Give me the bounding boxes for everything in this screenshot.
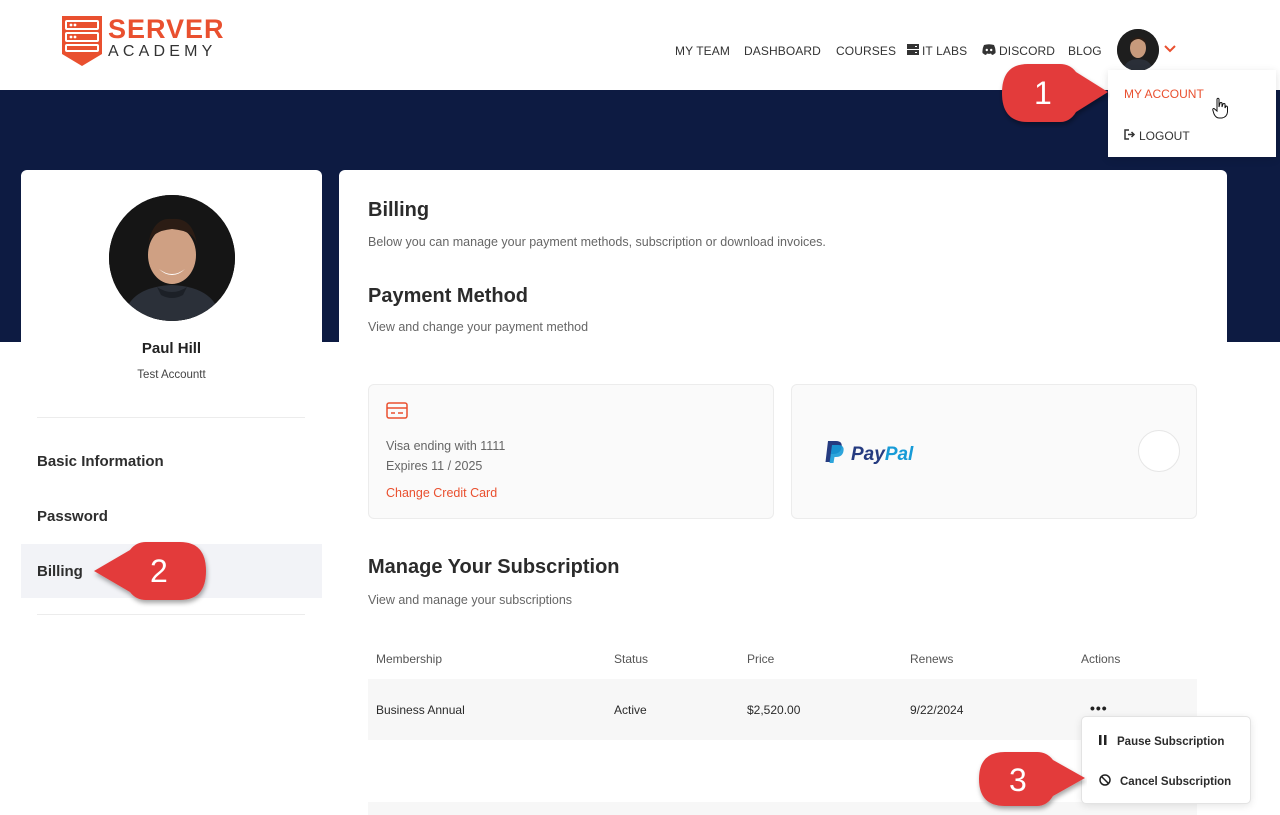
nav-label: IT LABS (922, 44, 968, 58)
sidebar-item-basic-information[interactable]: Basic Information (21, 434, 322, 488)
subscription-actions-menu: Pause Subscription Cancel Subscription (1081, 716, 1251, 804)
callout-number: 3 (1009, 762, 1027, 798)
sidebar-item-label: Billing (37, 562, 83, 580)
logout-link[interactable]: LOGOUT (1124, 129, 1190, 143)
nav-label: COURSES (836, 44, 897, 58)
paypal-select-radio[interactable] (1138, 430, 1180, 472)
row-actions-button[interactable]: ••• (1090, 700, 1108, 716)
nav-it-labs[interactable]: IT LABS (907, 44, 967, 58)
nav-my-team[interactable]: MY TEAM (675, 44, 730, 58)
callout-arrow-icon (979, 752, 1085, 806)
subscription-description: View and manage your subscriptions (368, 593, 573, 607)
sidebar-divider (37, 417, 305, 418)
nav-label: MY TEAM (675, 44, 730, 58)
col-price: Price (747, 652, 775, 666)
sidebar-item-password[interactable]: Password (21, 489, 322, 543)
callout-number: 1 (1034, 75, 1052, 111)
user-subtitle: Test Accountt (137, 369, 206, 381)
credit-card-icon (386, 402, 408, 424)
sidebar-item-label: Basic Information (37, 452, 164, 470)
user-name: Paul Hill (141, 340, 202, 357)
profile-avatar (109, 195, 235, 321)
nav-blog[interactable]: BLOG (1068, 44, 1102, 58)
logo-line-1: SERVER (108, 14, 225, 44)
nav-label: DASHBOARD (744, 44, 821, 58)
callout-arrow-icon (1002, 64, 1108, 122)
col-renews: Renews (910, 652, 954, 666)
cancel-subscription-item[interactable]: Cancel Subscription (1099, 774, 1231, 789)
sidebar-divider (37, 614, 305, 615)
server-icon (907, 44, 919, 58)
callout-1: 1 (998, 60, 1110, 133)
billing-title: Billing (368, 199, 430, 221)
callout-2: 2 (90, 538, 212, 613)
payment-method-title: Payment Method (368, 285, 529, 307)
callout-3: 3 (975, 748, 1087, 815)
cell-membership: Business Annual (376, 703, 465, 717)
nav-label: BLOG (1068, 44, 1102, 58)
paypal-label: PayPal (851, 443, 914, 465)
cell-price: $2,520.00 (747, 703, 801, 717)
nav-label: DISCORD (999, 44, 1056, 58)
pause-subscription-item[interactable]: Pause Subscription (1099, 735, 1224, 748)
user-avatar[interactable] (1117, 29, 1159, 71)
logout-label: LOGOUT (1139, 129, 1190, 143)
chevron-down-icon[interactable] (1164, 40, 1176, 58)
billing-description: Below you can manage your payment method… (368, 235, 826, 249)
paypal-box[interactable]: PayPal (791, 384, 1197, 519)
col-membership: Membership (376, 652, 443, 666)
nav-discord[interactable]: DISCORD (982, 44, 1055, 58)
cancel-icon (1099, 774, 1111, 789)
cell-status: Active (614, 703, 647, 717)
payment-method-description: View and change your payment method (368, 320, 589, 334)
subscription-title: Manage Your Subscription (368, 556, 620, 578)
my-account-link[interactable]: MY ACCOUNT (1124, 87, 1204, 101)
paypal-icon (825, 440, 845, 469)
logout-icon (1124, 129, 1136, 143)
card-expiry: Expires 11 / 2025 (386, 459, 483, 473)
credit-card-box[interactable]: Visa ending with 1111 Expires 11 / 2025 … (368, 384, 774, 519)
account-dropdown: MY ACCOUNT LOGOUT (1108, 70, 1276, 157)
main-nav: MY TEAM DASHBOARD COURSES IT LABS DISCOR… (0, 44, 1280, 60)
card-number: Visa ending with 1111 (386, 439, 506, 453)
sidebar-item-label: Password (37, 507, 108, 525)
discord-icon (982, 44, 996, 58)
cell-renews: 9/22/2024 (910, 703, 964, 717)
cancel-label: Cancel Subscription (1120, 775, 1232, 788)
change-credit-card-link[interactable]: Change Credit Card (386, 486, 497, 500)
col-status: Status (614, 652, 649, 666)
callout-number: 2 (150, 553, 168, 589)
hand-cursor-icon (1212, 97, 1228, 124)
nav-courses[interactable]: COURSES (836, 44, 896, 58)
pause-label: Pause Subscription (1117, 735, 1225, 748)
nav-dashboard[interactable]: DASHBOARD (744, 44, 821, 58)
col-actions: Actions (1081, 652, 1121, 666)
paypal-logo: PayPal (825, 440, 913, 469)
pause-icon (1099, 735, 1107, 748)
